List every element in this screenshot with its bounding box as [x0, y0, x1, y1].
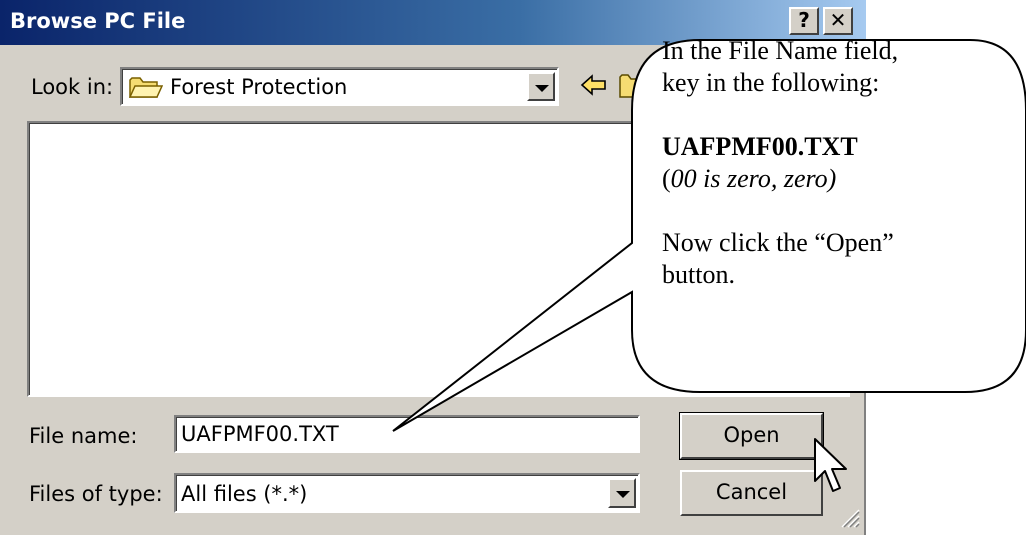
callout-note: 00 is zero, zero)	[670, 164, 837, 193]
callout-line-6: button.	[662, 260, 735, 289]
callout-line-1: In the File Name field,	[662, 36, 899, 65]
callout-filename: UAFPMF00.TXT	[662, 132, 858, 161]
callout-note-line: (00 is zero, zero)	[662, 163, 1002, 195]
callout-spacer	[662, 99, 1002, 131]
callout-line-5: Now click the “Open”	[662, 228, 894, 257]
callout-line-2: key in the following:	[662, 68, 880, 97]
callout-spacer-2	[662, 195, 1002, 227]
callout-note-paren: (	[662, 164, 671, 193]
callout-text: In the File Name field, key in the follo…	[662, 35, 1002, 291]
